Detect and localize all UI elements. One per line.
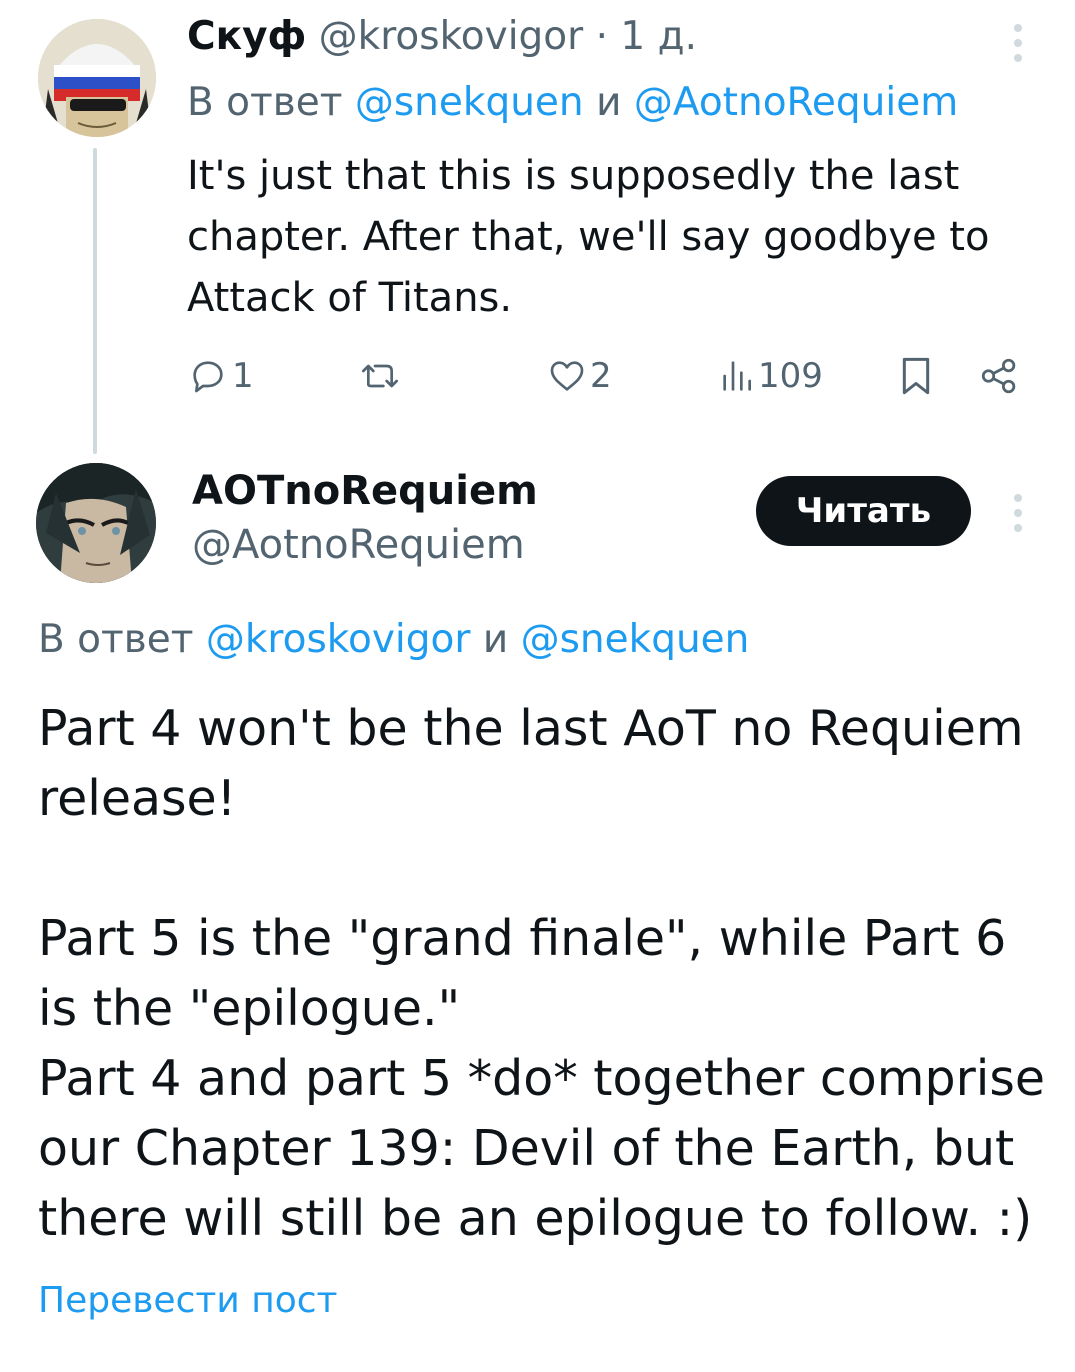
avatar[interactable]	[38, 19, 156, 137]
replying-to: В ответ @snekquen и @AotnoRequiem	[187, 80, 958, 125]
tweet-actions: 1 2 109	[188, 350, 1028, 402]
view-count: 109	[758, 356, 823, 396]
more-vertical-icon	[1012, 494, 1024, 532]
bookmark-button[interactable]	[896, 350, 936, 402]
avatar[interactable]	[36, 463, 156, 583]
tweet-text: It's just that this is supposedly the la…	[187, 153, 990, 321]
more-vertical-icon	[1012, 24, 1024, 62]
thread-connector-line	[93, 148, 97, 454]
bookmark-icon	[902, 357, 930, 395]
mention-link[interactable]: @AotnoRequiem	[634, 80, 958, 125]
translate-post-link[interactable]: Перевести пост	[38, 1280, 338, 1321]
author-handle[interactable]: @kroskovigor	[319, 14, 584, 59]
retweet-button[interactable]	[358, 350, 402, 402]
reply-prefix: В ответ	[187, 80, 343, 125]
more-options-button[interactable]	[1012, 24, 1024, 62]
comment-icon	[193, 361, 223, 393]
like-count: 2	[590, 356, 612, 396]
retweet-icon	[362, 364, 398, 388]
separator-dot: ·	[595, 14, 609, 59]
share-icon	[981, 358, 1016, 394]
post-time[interactable]: 1 д.	[620, 14, 697, 59]
views-button[interactable]: 109	[718, 350, 823, 402]
author-name[interactable]: AOTnoRequiem	[192, 468, 538, 514]
reply-and: и	[596, 80, 622, 125]
tweet-text: Part 4 won't be the last AoT no Requiem …	[38, 700, 1046, 1247]
author-handle[interactable]: @AotnoRequiem	[192, 522, 525, 568]
mention-link[interactable]: @snekquen	[355, 80, 584, 125]
reply-count: 1	[232, 356, 254, 396]
mention-link[interactable]: @kroskovigor	[206, 617, 471, 662]
heart-icon	[550, 361, 584, 391]
author-name[interactable]: Скуф	[187, 14, 306, 59]
views-chart-icon	[723, 361, 751, 391]
tweet-header: Скуф @kroskovigor · 1 д.	[187, 14, 697, 59]
replying-to: В ответ @kroskovigor и @snekquen	[38, 617, 749, 662]
share-button[interactable]	[978, 350, 1020, 402]
reply-button[interactable]: 1	[188, 350, 254, 402]
reply-and: и	[482, 617, 509, 662]
follow-button[interactable]: Читать	[756, 476, 971, 546]
like-button[interactable]: 2	[546, 350, 612, 402]
reply-prefix: В ответ	[38, 617, 194, 662]
more-options-button[interactable]	[1012, 494, 1024, 532]
mention-link[interactable]: @snekquen	[521, 617, 750, 662]
